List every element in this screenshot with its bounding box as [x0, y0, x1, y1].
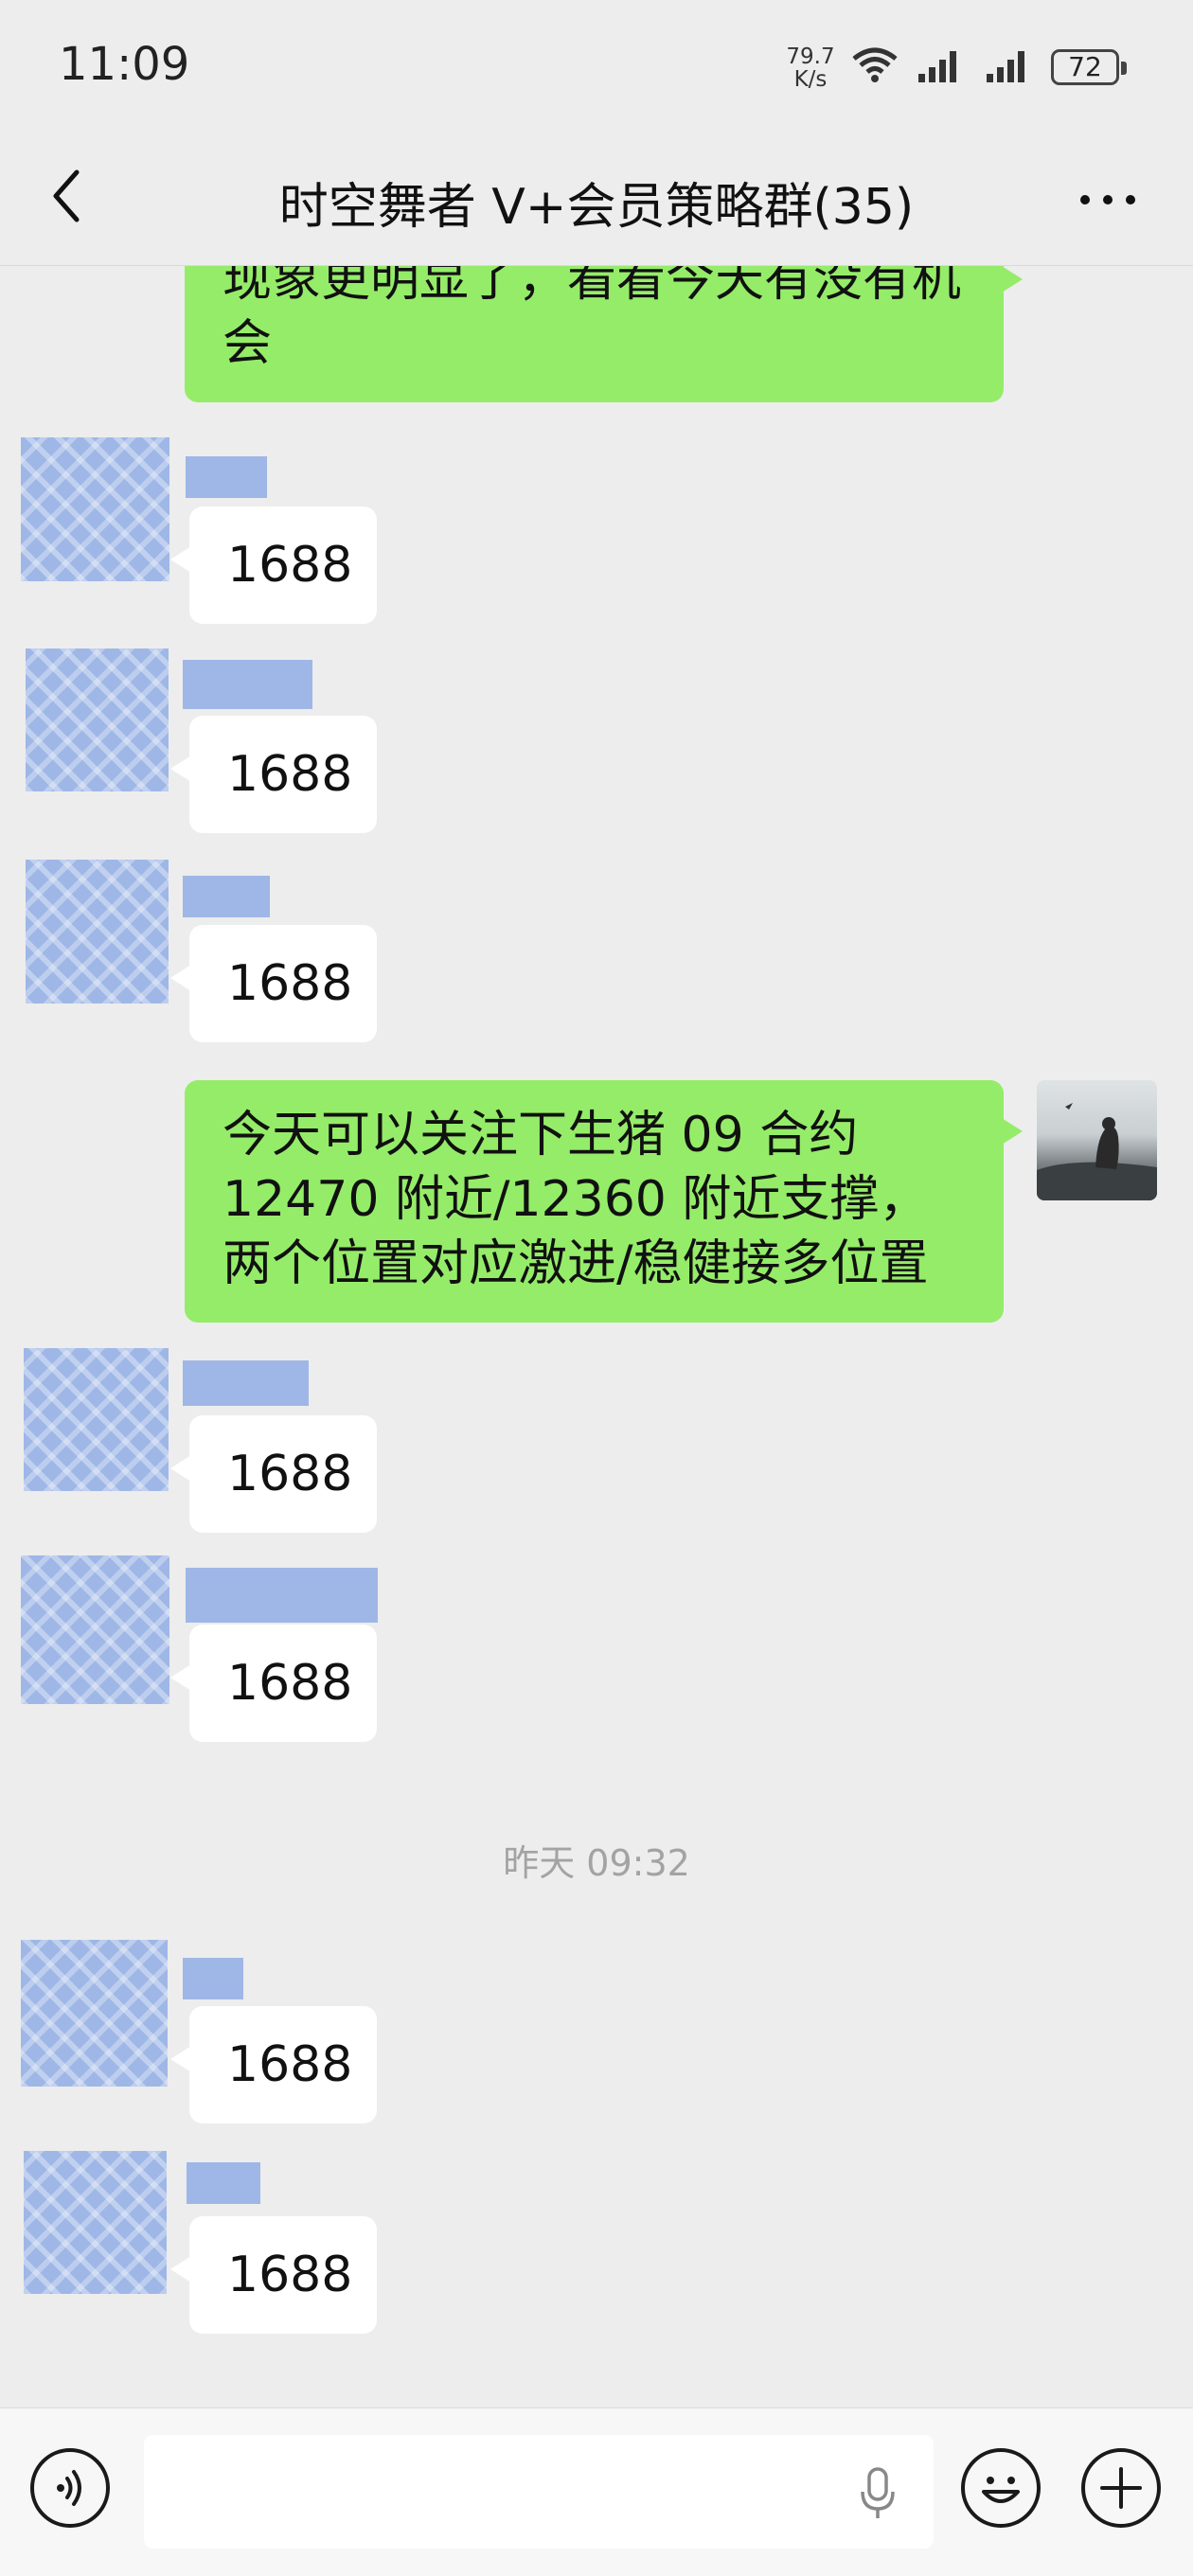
more-dots-icon[interactable]: [1070, 176, 1146, 223]
status-bar: 11:09 79.7 K/s 72: [0, 0, 1193, 133]
wifi-icon: [852, 47, 898, 82]
message-text: 1688: [227, 1655, 353, 1712]
sender-name: [183, 876, 270, 917]
status-time: 11:09: [59, 38, 190, 91]
incoming-message[interactable]: 1688: [170, 1625, 377, 1742]
incoming-message[interactable]: 1688: [170, 506, 377, 624]
message-text: 1688: [227, 955, 353, 1012]
plus-icon[interactable]: [1081, 2448, 1161, 2528]
sender-name: [183, 660, 312, 709]
plus-glyph-icon: [1100, 2467, 1142, 2509]
signal-icon-2: [987, 51, 1024, 82]
outgoing-message[interactable]: 现象更明显了，看看今天有没有机会: [185, 266, 1023, 402]
network-speed: 79.7 K/s: [782, 45, 839, 91]
sender-name: [186, 456, 267, 498]
input-bar: [0, 2407, 1193, 2576]
message-text: 1688: [227, 2036, 353, 2093]
sender-name: [187, 2162, 260, 2204]
incoming-message[interactable]: 1688: [170, 2006, 377, 2123]
emoji-icon[interactable]: [961, 2448, 1041, 2528]
message-list[interactable]: 现象更明显了，看看今天有没有机会 1688 1688 1688 今天可以关注下生…: [0, 266, 1193, 2407]
message-text: 1688: [227, 746, 353, 803]
avatar[interactable]: [24, 2151, 167, 2294]
outgoing-message[interactable]: 今天可以关注下生猪 09 合约 12470 附近/12360 附近支撑，两个位置…: [185, 1080, 1023, 1323]
sender-name: [183, 1958, 243, 1999]
battery-icon: 72: [1051, 49, 1127, 85]
chat-title: 时空舞者 V+会员策略群(35): [278, 179, 915, 236]
self-avatar[interactable]: [1037, 1080, 1157, 1200]
chevron-left-icon[interactable]: [43, 163, 90, 229]
message-text: 今天可以关注下生猪 09 合约 12470 附近/12360 附近支撑，两个位置…: [223, 1107, 929, 1292]
voice-icon[interactable]: [30, 2448, 110, 2528]
avatar[interactable]: [24, 1348, 169, 1491]
message-input[interactable]: [144, 2435, 934, 2549]
chat-header: 时空舞者 V+会员策略群(35): [0, 133, 1193, 266]
battery-level: 72: [1068, 51, 1102, 82]
message-text: 现象更明显了，看看今天有没有机会: [223, 266, 962, 372]
avatar-photo-icon: [1037, 1103, 1157, 1200]
avatar[interactable]: [26, 860, 169, 1004]
voice-wave-icon: [57, 2470, 81, 2506]
network-speed-unit: K/s: [793, 67, 828, 92]
message-text: 1688: [227, 537, 353, 594]
incoming-message[interactable]: 1688: [170, 2216, 377, 2334]
sender-name: [186, 1568, 378, 1623]
smiley-icon: [982, 2477, 1020, 2503]
incoming-message[interactable]: 1688: [170, 925, 377, 1042]
avatar[interactable]: [21, 437, 169, 581]
avatar[interactable]: [21, 1555, 169, 1704]
message-text: 1688: [227, 2247, 353, 2303]
avatar[interactable]: [21, 1940, 168, 2087]
message-text: 1688: [227, 1446, 353, 1502]
message-timestamp: 昨天 09:32: [503, 1842, 690, 1884]
signal-icon-1: [918, 51, 956, 82]
avatar[interactable]: [26, 648, 169, 791]
microphone-icon[interactable]: [857, 2465, 899, 2522]
incoming-message[interactable]: 1688: [170, 1415, 377, 1533]
sender-name: [183, 1360, 309, 1406]
network-speed-value: 79.7: [786, 44, 835, 69]
incoming-message[interactable]: 1688: [170, 716, 377, 833]
